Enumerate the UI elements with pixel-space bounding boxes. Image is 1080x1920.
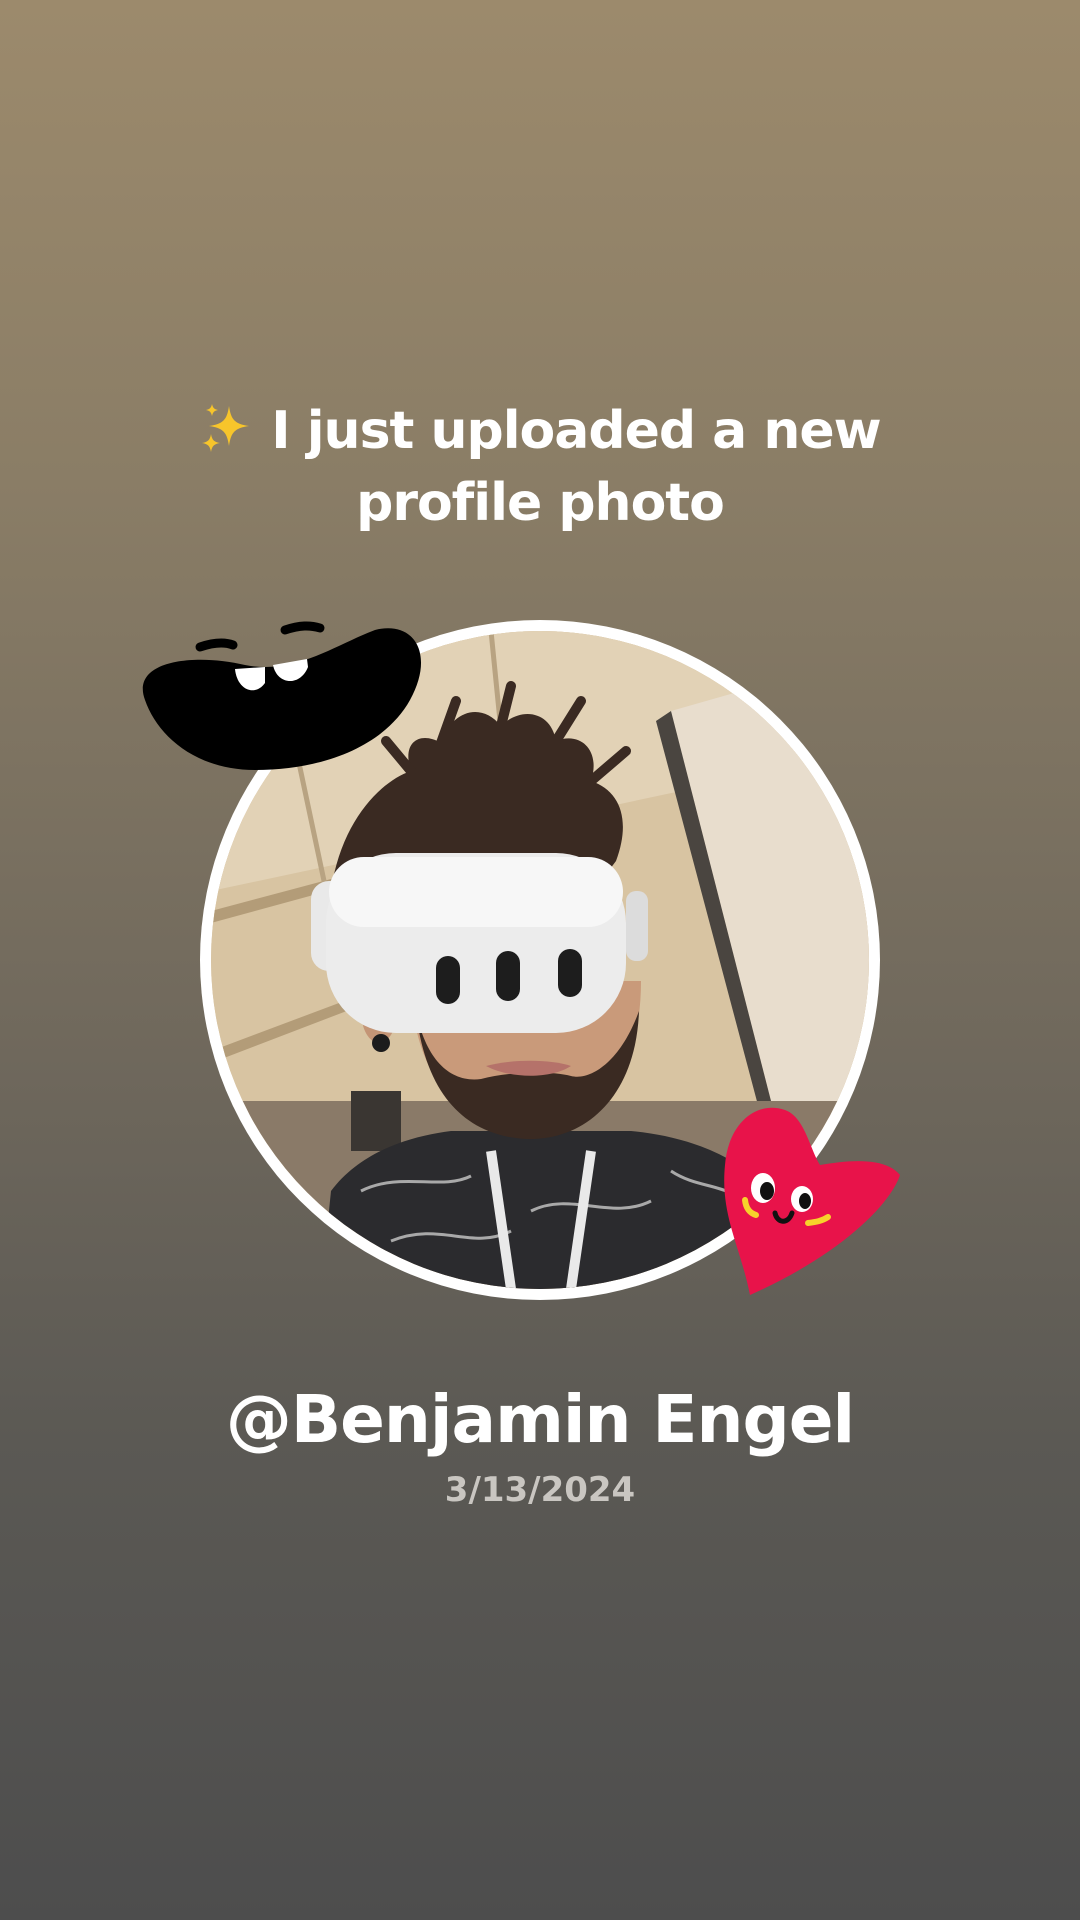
heart-face-sticker bbox=[710, 1095, 900, 1299]
profile-date: 3/13/2024 bbox=[444, 1470, 636, 1510]
sparkles-icon bbox=[199, 400, 255, 456]
caption: I just uploaded a new profile photo bbox=[140, 395, 940, 539]
smiling-mouth-sticker bbox=[125, 605, 425, 789]
caption-text: I just uploaded a new profile photo bbox=[271, 401, 881, 533]
profile-handle: @Benjamin Engel bbox=[225, 1381, 855, 1458]
